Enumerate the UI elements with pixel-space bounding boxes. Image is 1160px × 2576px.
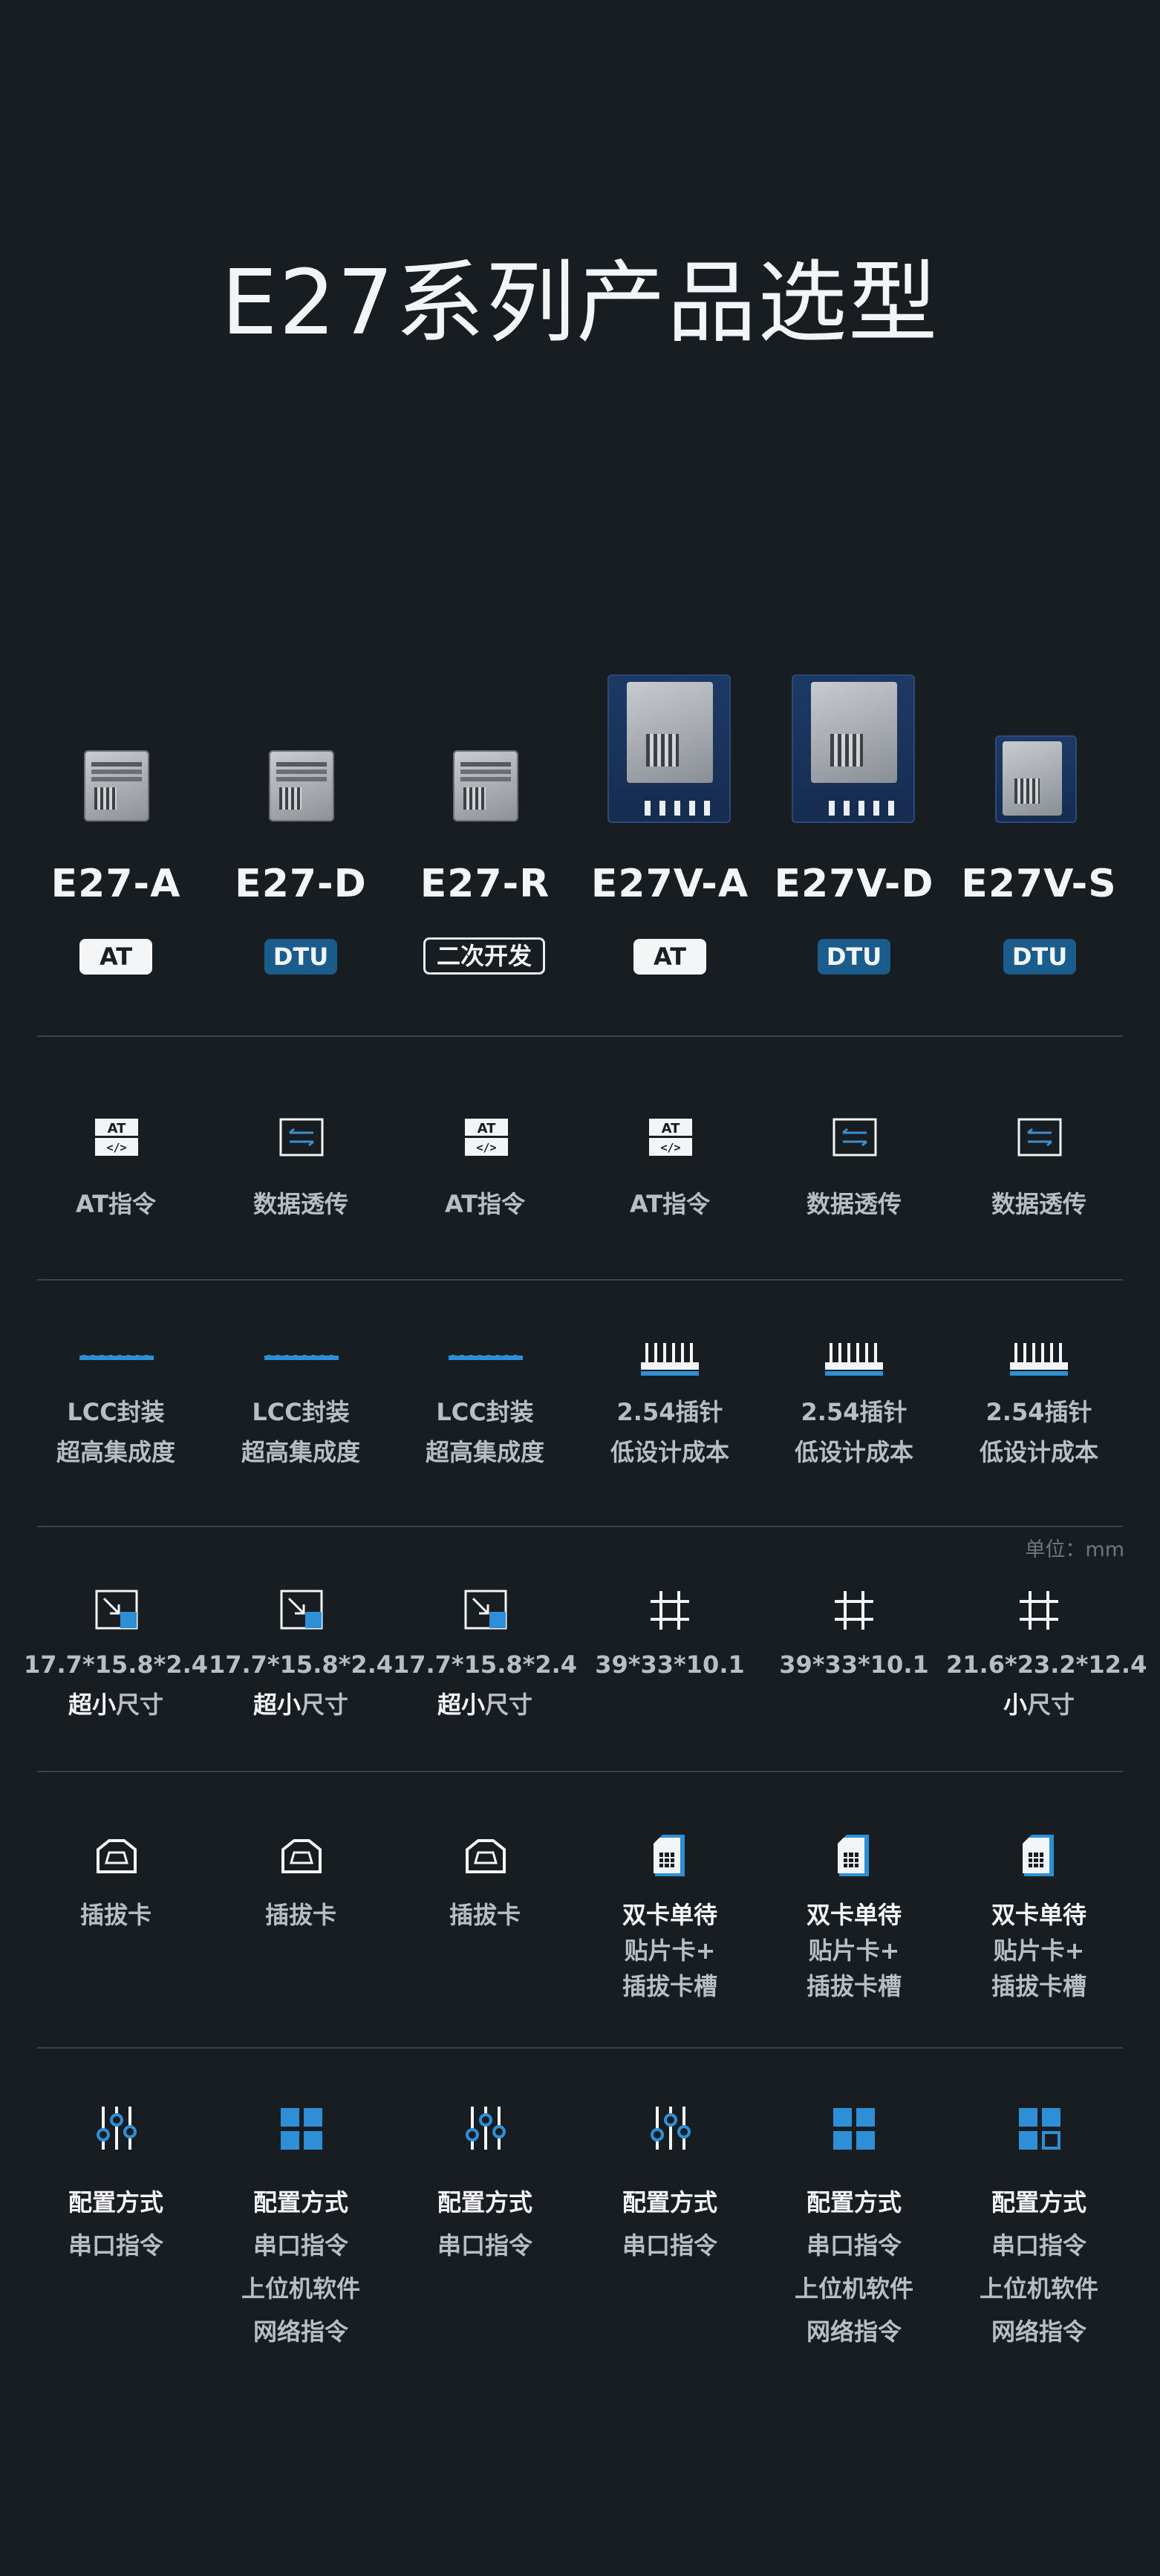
- card-slot-icon: [466, 1839, 506, 1873]
- protocol-label: 数据透传: [806, 1190, 902, 1218]
- grid-size-icon: [1020, 1591, 1058, 1630]
- protocol-label: 数据透传: [991, 1190, 1086, 1218]
- package-label: LCC封装 超高集成度: [241, 1398, 360, 1466]
- product-image-e27-d: [269, 750, 334, 822]
- package-label: 2.54插针 低设计成本: [610, 1398, 729, 1466]
- grid-size-icon: [651, 1591, 689, 1630]
- config-label: 配置方式 串口指令: [437, 2188, 532, 2260]
- sliders-icon: [651, 2107, 691, 2150]
- divider: [37, 1279, 1123, 1281]
- pin-header-icon: [825, 1343, 883, 1376]
- data-transparent-icon: [1017, 1118, 1062, 1157]
- product-image-e27v-s: [995, 735, 1077, 823]
- config-label: 配置方式 串口指令 上位机软件 网络指令: [794, 2188, 913, 2346]
- svg-text:</>: </>: [476, 1141, 496, 1154]
- page-title: E27系列产品选型: [221, 252, 939, 355]
- card-label: 插拔卡: [264, 1901, 336, 1929]
- card-slot-icon: [281, 1839, 322, 1873]
- at-badge: AT: [79, 939, 152, 975]
- product-image-e27-r: [453, 750, 518, 822]
- card-label: 双卡单待 贴片卡+ 插拔卡槽: [622, 1901, 717, 2000]
- config-label: 配置方式 串口指令: [68, 2188, 163, 2260]
- size-label: 17.7*15.8*2.4 超小尺寸: [23, 1650, 209, 1719]
- product-name: E27-A: [50, 862, 181, 906]
- protocol-label: 数据透传: [252, 1190, 348, 1218]
- card-label: 双卡单待 贴片卡+ 插拔卡槽: [806, 1901, 902, 2000]
- grid-size-icon: [835, 1591, 873, 1630]
- protocol-label: AT指令: [629, 1190, 711, 1218]
- protocol-label: AT指令: [75, 1190, 157, 1218]
- svg-text:</>: </>: [106, 1141, 126, 1154]
- size-label: 39*33*10.1: [779, 1650, 929, 1679]
- tiles-icon: [281, 2108, 322, 2150]
- divider: [37, 1035, 1123, 1037]
- package-label: LCC封装 超高集成度: [425, 1398, 544, 1466]
- compact-size-icon: [280, 1590, 323, 1630]
- at-command-icon: AT </>: [95, 1119, 138, 1156]
- sim-card-icon: [654, 1835, 685, 1876]
- dev-badge: 二次开发: [423, 937, 545, 975]
- package-label: 2.54插针 低设计成本: [979, 1398, 1098, 1466]
- card-slot-icon: [97, 1839, 137, 1873]
- svg-text:</>: </>: [660, 1141, 680, 1154]
- product-name: E27V-A: [590, 862, 749, 906]
- config-label: 配置方式 串口指令 上位机软件 网络指令: [241, 2188, 360, 2346]
- compact-size-icon: [95, 1590, 138, 1630]
- dtu-badge: DTU: [1003, 939, 1076, 975]
- package-label: 2.54插针 低设计成本: [794, 1398, 913, 1466]
- sim-card-icon: [838, 1835, 869, 1876]
- lcc-package-icon: [264, 1355, 339, 1360]
- protocol-label: AT指令: [444, 1190, 526, 1218]
- tiles-icon: [833, 2108, 875, 2150]
- size-label: 17.7*15.8*2.4 超小尺寸: [392, 1650, 578, 1719]
- lcc-package-icon: [449, 1355, 523, 1360]
- size-label: 21.6*23.2*12.4 小尺寸: [946, 1650, 1147, 1719]
- svg-text:AT: AT: [662, 1121, 681, 1136]
- at-command-icon: AT </>: [465, 1119, 508, 1156]
- product-name: E27-R: [420, 862, 550, 906]
- product-image-e27v-a: [607, 674, 731, 823]
- data-transparent-icon: [279, 1118, 324, 1157]
- divider: [37, 1526, 1123, 1527]
- divider: [37, 1771, 1123, 1772]
- card-label: 插拔卡: [79, 1901, 151, 1929]
- divider: [37, 2047, 1123, 2049]
- product-name: E27V-D: [774, 862, 934, 906]
- card-label: 双卡单待 贴片卡+ 插拔卡槽: [991, 1901, 1086, 2000]
- sliders-icon: [97, 2107, 137, 2150]
- card-label: 插拔卡: [449, 1901, 521, 1929]
- dtu-badge: DTU: [818, 939, 890, 975]
- compact-size-icon: [464, 1590, 507, 1630]
- product-image-e27v-d: [792, 674, 915, 823]
- size-label: 17.7*15.8*2.4 超小尺寸: [208, 1650, 394, 1719]
- config-label: 配置方式 串口指令: [622, 2188, 717, 2260]
- lcc-package-icon: [79, 1355, 154, 1360]
- at-command-icon: AT </>: [649, 1119, 692, 1156]
- sliders-icon: [466, 2107, 506, 2150]
- product-image-e27-a: [84, 750, 149, 822]
- svg-text:AT: AT: [478, 1121, 497, 1136]
- data-transparent-icon: [832, 1118, 877, 1157]
- product-name: E27V-S: [961, 862, 1117, 906]
- at-badge: AT: [633, 939, 706, 975]
- product-name: E27-D: [235, 862, 367, 906]
- package-label: LCC封装 超高集成度: [56, 1398, 175, 1466]
- svg-text:AT: AT: [108, 1121, 127, 1136]
- dtu-badge: DTU: [264, 939, 337, 975]
- config-label: 配置方式 串口指令 上位机软件 网络指令: [979, 2188, 1098, 2346]
- size-label: 39*33*10.1: [595, 1650, 745, 1679]
- unit-label: 单位：mm: [1025, 1538, 1124, 1561]
- pin-header-icon: [1010, 1343, 1068, 1376]
- pin-header-icon: [641, 1343, 699, 1376]
- sim-card-icon: [1023, 1835, 1054, 1876]
- tiles-outline-icon: [1019, 2108, 1060, 2150]
